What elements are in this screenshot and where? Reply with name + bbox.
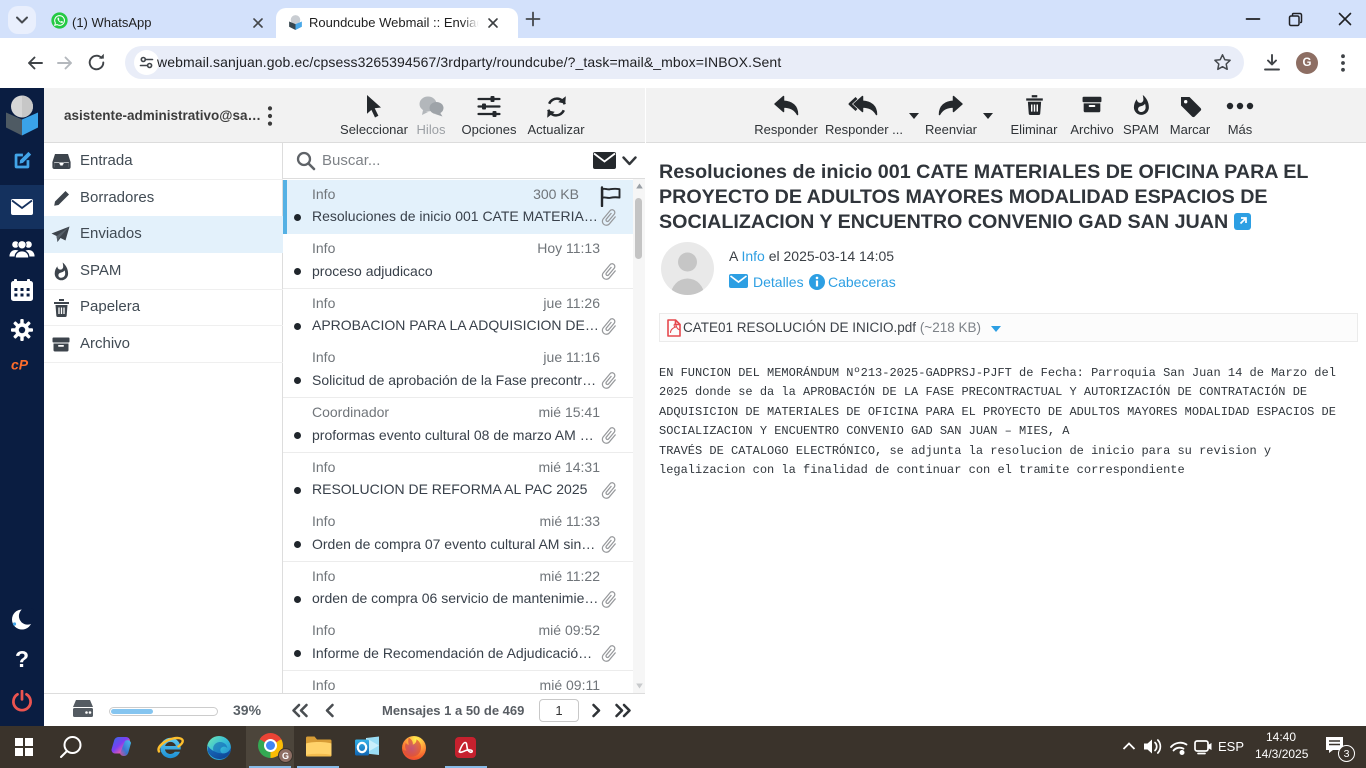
- svg-text:cP: cP: [11, 358, 29, 372]
